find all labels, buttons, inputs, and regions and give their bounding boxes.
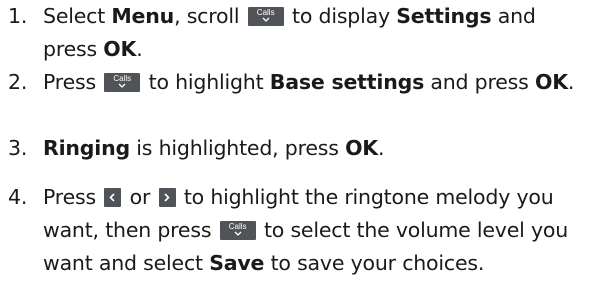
step-text-fragment: and press bbox=[424, 70, 535, 94]
step-text-fragment: Select bbox=[43, 4, 112, 28]
menu-label: Menu bbox=[111, 4, 175, 28]
settings-label: Settings bbox=[396, 4, 492, 28]
chevron-left-icon bbox=[109, 193, 115, 202]
step-number: 1. bbox=[8, 4, 28, 28]
step-text-fragment: to display bbox=[292, 4, 397, 28]
step-text: Press Calls to highlight Base settings a… bbox=[8, 66, 594, 99]
step-text-fragment: Press bbox=[43, 70, 103, 94]
step-text-fragment: or bbox=[123, 185, 157, 209]
step-1: 1. Select Menu, scroll Calls to display … bbox=[8, 0, 594, 66]
step-text-fragment: . bbox=[377, 136, 385, 160]
step-text: Ringing is highlighted, press OK. bbox=[8, 132, 594, 165]
step-number: 3. bbox=[8, 136, 28, 160]
chevron-right-icon bbox=[163, 193, 170, 202]
calls-key-caption: Calls bbox=[113, 74, 132, 83]
step-text-fragment: to highlight bbox=[148, 70, 270, 94]
step-text: Press or to highlight the ringtone melod… bbox=[8, 181, 594, 280]
step-number: 4. bbox=[8, 185, 28, 209]
chevron-down-icon bbox=[118, 83, 126, 88]
chevron-down-icon bbox=[262, 17, 270, 22]
step-text-fragment: , scroll bbox=[174, 4, 246, 28]
step-text-fragment: to save your choices. bbox=[264, 251, 485, 275]
step-text-fragment: is highlighted, press bbox=[129, 136, 346, 160]
step-text: Select Menu, scroll Calls to display Set… bbox=[8, 0, 594, 66]
step-text-fragment: Press bbox=[43, 185, 103, 209]
calls-down-key-icon: Calls bbox=[219, 221, 256, 240]
step-4: 4. Press or to highlight the ringtone me… bbox=[8, 181, 594, 280]
calls-down-key-icon: Calls bbox=[104, 73, 141, 92]
step-2: 2. Press Calls to highlight Base setting… bbox=[8, 66, 594, 99]
ok-label: OK bbox=[103, 37, 137, 61]
calls-key-caption: Calls bbox=[228, 222, 247, 231]
base-settings-label: Base settings bbox=[269, 70, 425, 94]
save-label: Save bbox=[209, 251, 265, 275]
step-text-fragment: . bbox=[136, 37, 143, 61]
calls-key-caption: Calls bbox=[256, 8, 275, 17]
step-text-fragment: . bbox=[567, 70, 575, 94]
ringing-label: Ringing bbox=[43, 136, 130, 160]
calls-down-key-icon: Calls bbox=[247, 7, 284, 26]
right-arrow-key-icon bbox=[158, 188, 176, 207]
chevron-down-icon bbox=[234, 231, 242, 236]
step-number: 2. bbox=[8, 70, 28, 94]
left-arrow-key-icon bbox=[104, 188, 122, 207]
step-3: 3. Ringing is highlighted, press OK. bbox=[8, 132, 594, 165]
ok-label: OK bbox=[534, 70, 568, 94]
ok-label: OK bbox=[345, 136, 378, 160]
